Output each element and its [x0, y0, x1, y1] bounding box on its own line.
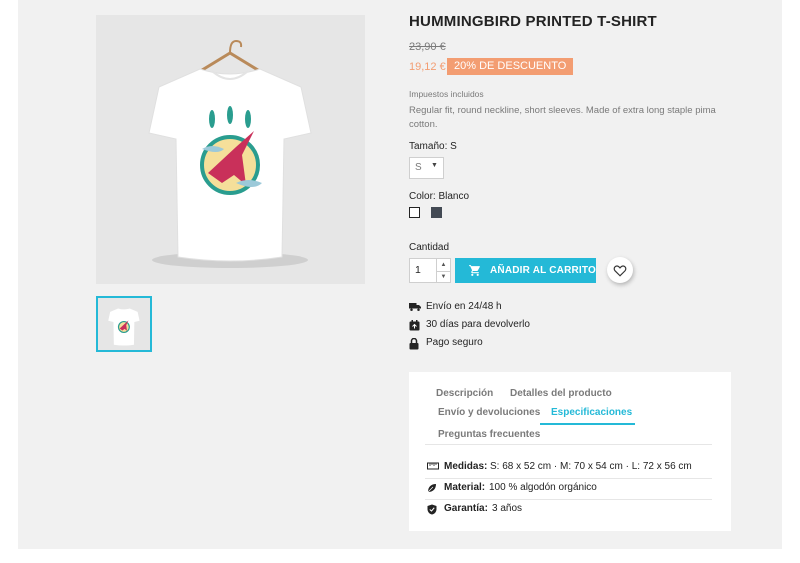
size-select[interactable]: S ▼: [409, 157, 444, 179]
spec-value: 3 años: [492, 503, 523, 514]
discount-badge: 20% DE DESCUENTO: [447, 58, 574, 75]
tab-preguntas-frecuentes[interactable]: Preguntas frecuentes: [438, 429, 540, 440]
color-swatch-grey[interactable]: [431, 207, 442, 218]
reassurance-shipping-text: Envío en 24/48 h: [426, 301, 502, 312]
product-main-image[interactable]: [96, 15, 365, 284]
leaf-icon: [427, 484, 436, 493]
chevron-down-icon[interactable]: ▼: [436, 271, 450, 283]
calendar-return-icon: [409, 320, 420, 331]
spec-value: S: 68 x 52 cm · M: 70 x 54 cm · L: 72 x …: [490, 461, 692, 472]
size-select-value: S: [415, 162, 422, 173]
spec-label: Garantía:: [444, 503, 488, 514]
active-tab-indicator: [540, 423, 635, 425]
quantity-stepper[interactable]: 1 ▲ ▼: [409, 258, 451, 283]
reassurance-payment-text: Pago seguro: [426, 337, 483, 348]
reassurance-returns-text: 30 días para devolverlo: [426, 319, 530, 330]
size-label: Tamaño: S: [409, 141, 457, 152]
tab-descripcion[interactable]: Descripción: [436, 388, 493, 399]
spec-label: Material:: [444, 482, 486, 493]
product-title: HUMMINGBIRD PRINTED T-SHIRT: [409, 13, 657, 30]
tab-envio-devoluciones[interactable]: Envío y devoluciones: [438, 407, 540, 418]
spec-value: 100 % algodón orgánico: [489, 482, 597, 493]
caret-down-icon: ▼: [431, 162, 438, 169]
spec-label: Medidas:: [444, 461, 488, 472]
regular-price: 23,90 €: [409, 41, 446, 53]
cart-icon: [469, 265, 480, 276]
ruler-icon: [427, 462, 439, 470]
quantity-label: Cantidad: [409, 242, 450, 253]
current-price: 19,12 €: [409, 61, 446, 73]
lock-icon: [409, 338, 419, 350]
product-description: Regular fit, round neckline, short sleev…: [409, 105, 716, 130]
quantity-input[interactable]: 1: [415, 264, 421, 276]
add-to-cart-button[interactable]: AÑADIR AL CARRITO: [455, 258, 596, 283]
tab-especificaciones[interactable]: Especificaciones: [551, 407, 632, 418]
truck-icon: [409, 303, 421, 311]
spec-divider: [425, 478, 712, 479]
add-to-cart-label: AÑADIR AL CARRITO: [490, 265, 596, 276]
color-label: Color: Blanco: [409, 191, 470, 202]
tab-detalles-producto[interactable]: Detalles del producto: [510, 388, 612, 399]
tabs-divider: [425, 444, 712, 445]
product-thumbnail[interactable]: [96, 296, 152, 352]
tax-note: Impuestos incluidos: [409, 89, 484, 99]
shield-check-icon: [427, 504, 437, 515]
wishlist-button[interactable]: [607, 257, 633, 283]
color-swatch-white[interactable]: [409, 207, 420, 218]
spec-divider: [425, 499, 712, 500]
heart-icon: [613, 265, 627, 277]
